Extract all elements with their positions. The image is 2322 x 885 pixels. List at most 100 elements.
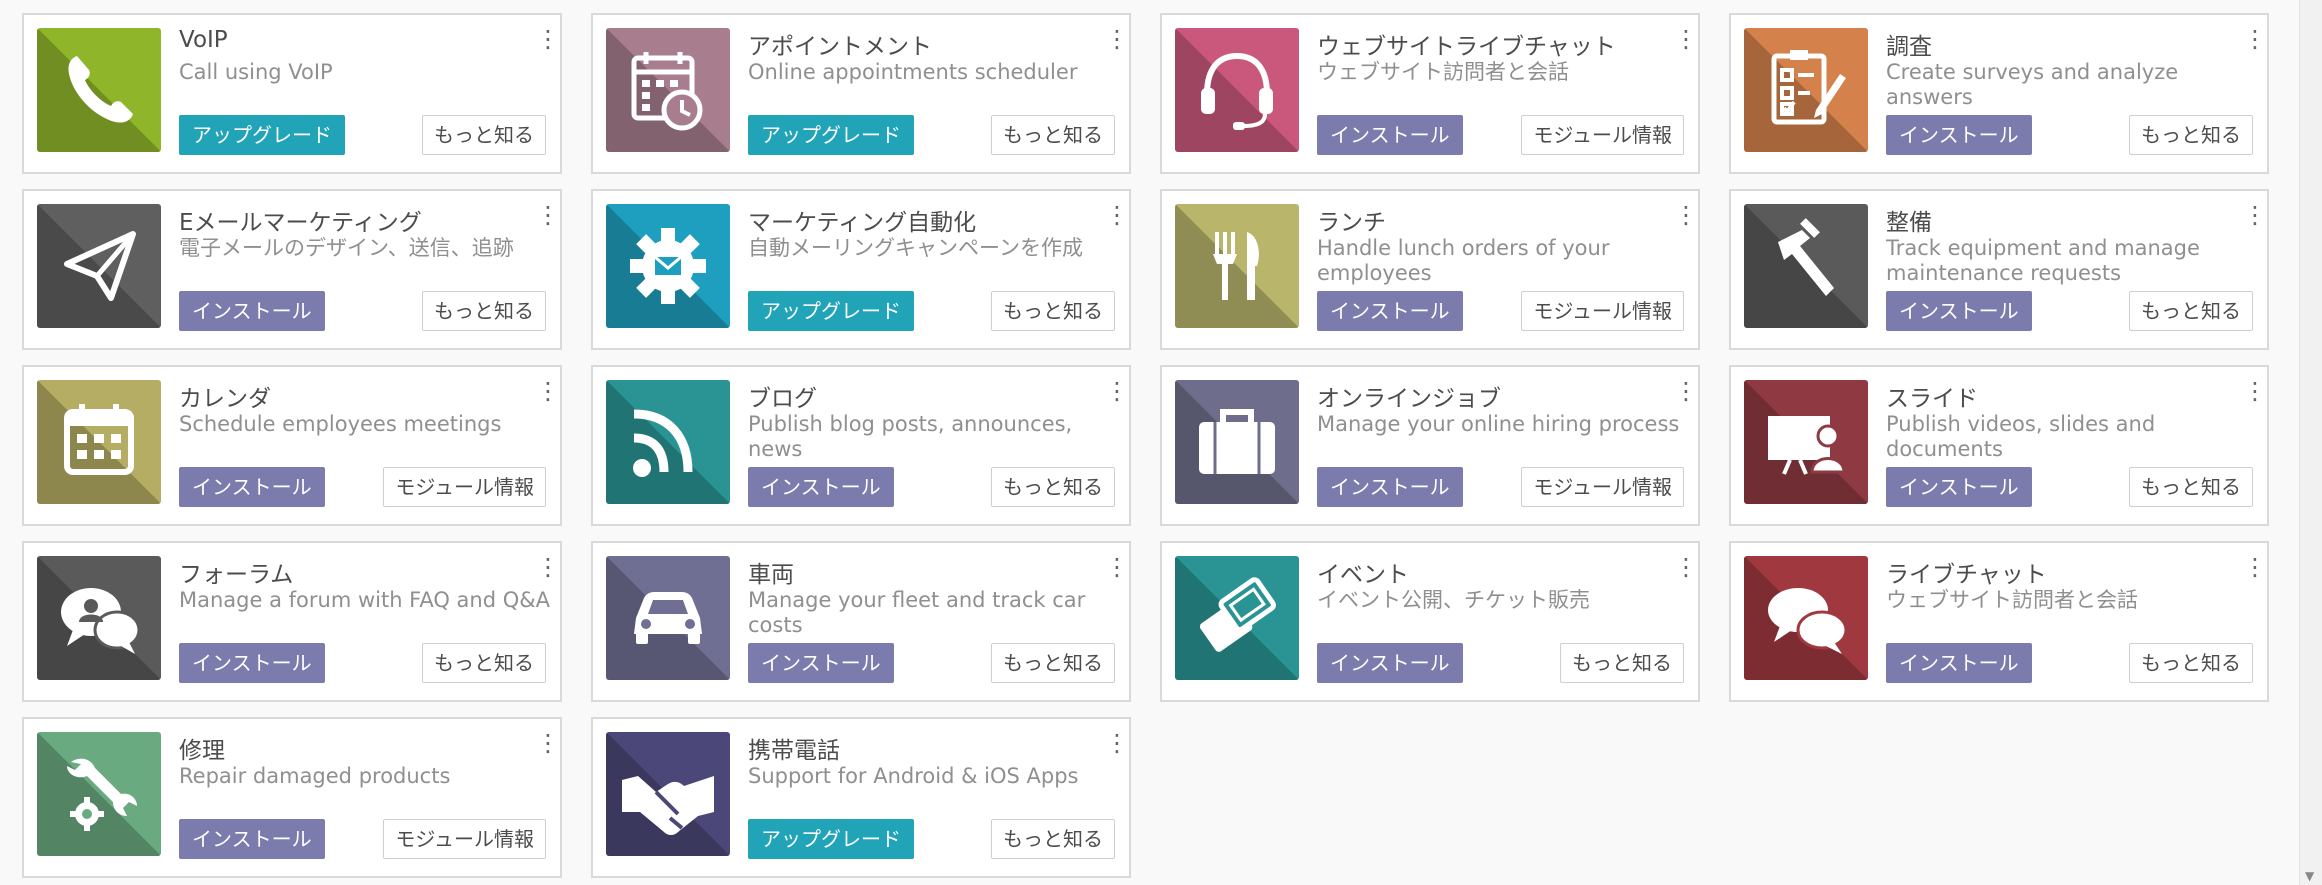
more-options-icon[interactable]: ⋮ [536,731,560,755]
phone-icon[interactable] [37,28,161,152]
module-info-button[interactable]: モジュール情報 [383,467,546,507]
app-card: アポイントメント Online appointments scheduler ⋮ アッ… [591,13,1131,174]
paper-plane-icon[interactable] [37,204,161,328]
learn-more-button[interactable]: もっと知る [991,115,1115,155]
learn-more-button[interactable]: もっと知る [991,819,1115,859]
install-button[interactable]: インストール [1317,467,1463,507]
more-options-icon[interactable]: ⋮ [1105,555,1129,579]
learn-more-button[interactable]: もっと知る [2129,643,2253,683]
app-title: 修理 [179,738,225,764]
install-button[interactable]: インストール [179,467,325,507]
more-options-icon[interactable]: ⋮ [1105,27,1129,51]
app-card: スライド Publish videos, slides and documents… [1729,365,2269,526]
headset-icon[interactable] [1175,28,1299,152]
app-description: Track equipment and manage maintenance r… [1886,236,2200,285]
app-card: VoIP Call using VoIP ⋮ アップグレード もっと知る [22,13,562,174]
app-description: Online appointments scheduler [748,60,1078,84]
app-description: Call using VoIP [179,60,333,84]
app-description: 自動メーリングキャンペーンを作成 [748,236,1083,260]
wrench-gear-icon[interactable] [37,732,161,856]
learn-more-button[interactable]: もっと知る [1560,643,1684,683]
learn-more-button[interactable]: もっと知る [991,643,1115,683]
presentation-icon[interactable] [1744,380,1868,504]
fork-knife-icon[interactable] [1175,204,1299,328]
more-options-icon[interactable]: ⋮ [1105,731,1129,755]
upgrade-button[interactable]: アップグレード [748,819,914,859]
more-options-icon[interactable]: ⋮ [2243,27,2267,51]
vertical-scrollbar[interactable]: ▼ [2299,0,2322,885]
more-options-icon[interactable]: ⋮ [1105,379,1129,403]
learn-more-button[interactable]: もっと知る [2129,467,2253,507]
app-description: Manage your fleet and track car costs [748,588,1086,637]
install-button[interactable]: インストール [1886,291,2032,331]
ticket-icon[interactable] [1175,556,1299,680]
install-button[interactable]: インストール [1886,115,2032,155]
app-card: カレンダ Schedule employees meetings ⋮ インストール モジ… [22,365,562,526]
more-options-icon[interactable]: ⋮ [2243,379,2267,403]
install-button[interactable]: インストール [748,467,894,507]
app-title: フォーラム [179,562,294,588]
app-title: マーケティング自動化 [748,210,977,236]
more-options-icon[interactable]: ⋮ [1674,27,1698,51]
apps-viewport: VoIP Call using VoIP ⋮ アップグレード もっと知る アポイントメント… [0,0,2300,885]
app-title: 車両 [748,562,794,588]
more-options-icon[interactable]: ⋮ [1674,379,1698,403]
install-button[interactable]: インストール [748,643,894,683]
calendar-clock-icon[interactable] [606,28,730,152]
more-options-icon[interactable]: ⋮ [536,203,560,227]
install-button[interactable]: インストール [179,819,325,859]
more-options-icon[interactable]: ⋮ [1105,203,1129,227]
briefcase-icon[interactable] [1175,380,1299,504]
calendar-icon[interactable] [37,380,161,504]
survey-icon[interactable] [1744,28,1868,152]
module-info-button[interactable]: モジュール情報 [1521,291,1684,331]
upgrade-button[interactable]: アップグレード [179,115,345,155]
install-button[interactable]: インストール [1886,467,2032,507]
install-button[interactable]: インストール [1886,643,2032,683]
more-options-icon[interactable]: ⋮ [536,379,560,403]
more-options-icon[interactable]: ⋮ [536,555,560,579]
app-card: 車両 Manage your fleet and track car costs ⋮… [591,541,1131,702]
learn-more-button[interactable]: もっと知る [422,291,546,331]
app-title: カレンダ [179,386,271,412]
learn-more-button[interactable]: もっと知る [991,467,1115,507]
install-button[interactable]: インストール [179,643,325,683]
handshake-icon[interactable] [606,732,730,856]
app-title: 整備 [1886,210,1932,236]
upgrade-button[interactable]: アップグレード [748,115,914,155]
module-info-button[interactable]: モジュール情報 [1521,115,1684,155]
module-info-button[interactable]: モジュール情報 [383,819,546,859]
app-card: オンラインジョブ Manage your online hiring proces… [1160,365,1700,526]
rss-icon[interactable] [606,380,730,504]
app-title: アポイントメント [748,34,932,60]
chat-bubbles-icon[interactable] [1744,556,1868,680]
app-card: 整備 Track equipment and manage maintenance… [1729,189,2269,350]
app-title: スライド [1886,386,1978,412]
learn-more-button[interactable]: もっと知る [422,643,546,683]
app-title: オンラインジョブ [1317,386,1501,412]
install-button[interactable]: インストール [1317,643,1463,683]
more-options-icon[interactable]: ⋮ [2243,555,2267,579]
module-info-button[interactable]: モジュール情報 [1521,467,1684,507]
learn-more-button[interactable]: もっと知る [991,291,1115,331]
more-options-icon[interactable]: ⋮ [1674,203,1698,227]
app-title: 調査 [1886,34,1932,60]
more-options-icon[interactable]: ⋮ [1674,555,1698,579]
gear-mail-icon[interactable] [606,204,730,328]
install-button[interactable]: インストール [1317,291,1463,331]
learn-more-button[interactable]: もっと知る [2129,291,2253,331]
app-description: Manage your online hiring process [1317,412,1680,436]
app-description: ウェブサイト訪問者と会話 [1886,588,2138,612]
more-options-icon[interactable]: ⋮ [2243,203,2267,227]
more-options-icon[interactable]: ⋮ [536,27,560,51]
hammer-icon[interactable] [1744,204,1868,328]
upgrade-button[interactable]: アップグレード [748,291,914,331]
install-button[interactable]: インストール [179,291,325,331]
learn-more-button[interactable]: もっと知る [2129,115,2253,155]
install-button[interactable]: インストール [1317,115,1463,155]
scroll-down-arrow-icon[interactable]: ▼ [2305,869,2314,883]
app-description: Handle lunch orders of your employees [1317,236,1610,285]
car-icon[interactable] [606,556,730,680]
learn-more-button[interactable]: もっと知る [422,115,546,155]
forum-icon[interactable] [37,556,161,680]
